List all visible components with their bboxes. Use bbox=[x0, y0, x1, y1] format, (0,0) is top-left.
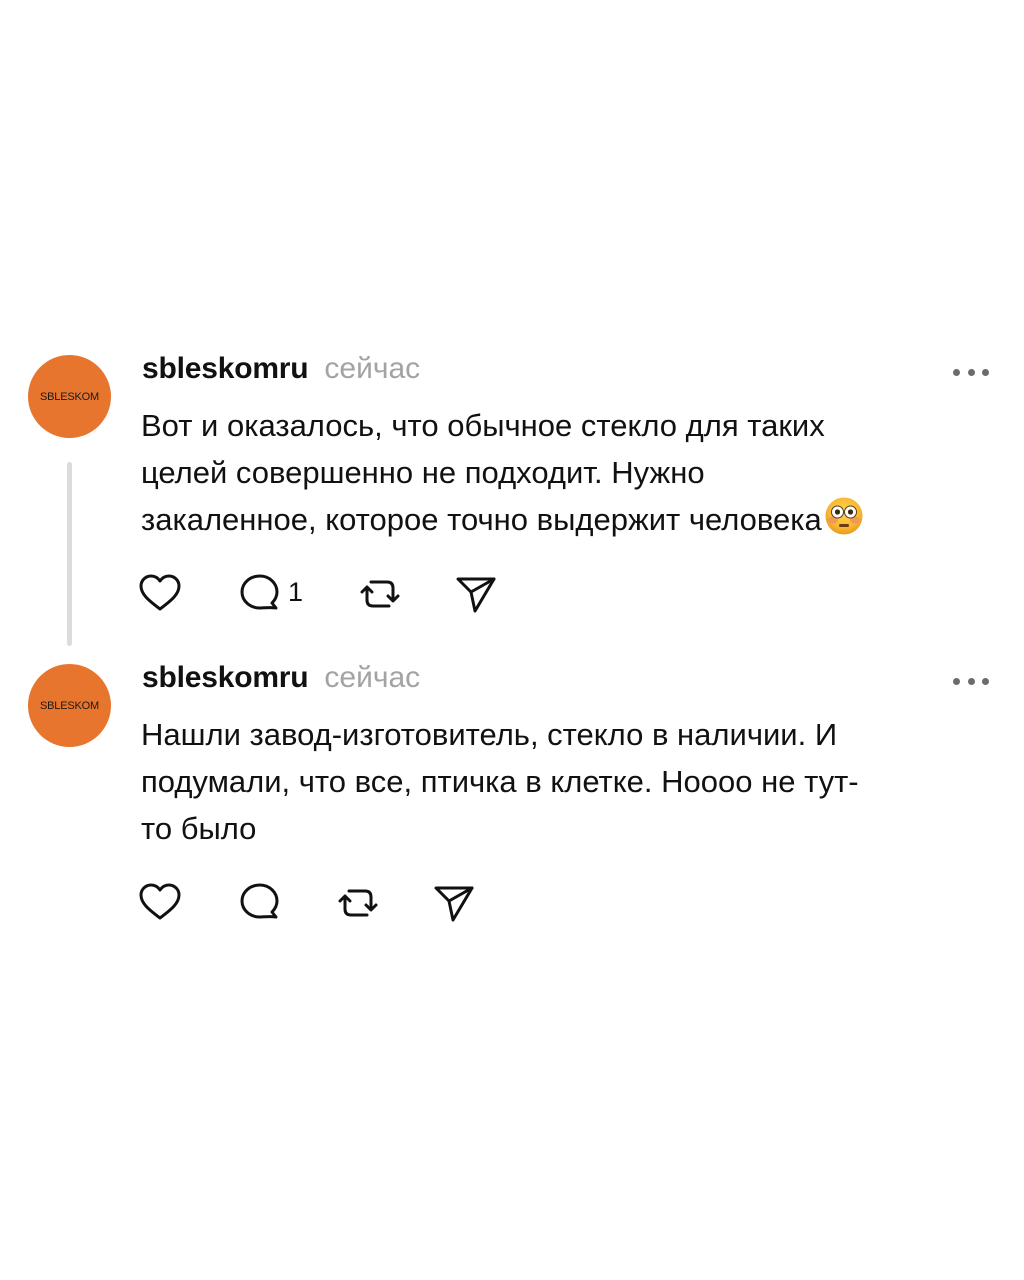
thread-line bbox=[67, 462, 72, 646]
timestamp: сейчас bbox=[324, 352, 421, 385]
post-text: Нашли завод-изготовитель, стекло в налич… bbox=[141, 711, 1001, 852]
share-button[interactable] bbox=[454, 572, 498, 616]
heart-icon bbox=[139, 883, 181, 920]
avatar-logo-text: SBLESKOM bbox=[40, 390, 99, 403]
comment-icon bbox=[240, 574, 279, 610]
avatar-logo-text: SBLESKOM bbox=[40, 699, 99, 712]
avatar[interactable]: SBLESKOM bbox=[28, 355, 111, 438]
more-options-button[interactable] bbox=[953, 364, 989, 380]
post-text-line: Нашли завод-изготовитель, стекло в налич… bbox=[141, 717, 838, 752]
comment-button[interactable] bbox=[238, 881, 282, 925]
comment-button[interactable] bbox=[238, 572, 282, 616]
more-options-button[interactable] bbox=[953, 673, 989, 689]
repost-icon bbox=[360, 580, 400, 608]
share-icon bbox=[434, 886, 474, 922]
repost-button[interactable] bbox=[336, 881, 380, 925]
post-text-line: подумали, что все, птичка в клетке. Нooo… bbox=[141, 764, 859, 799]
post-header: sbleskomru сейчас bbox=[142, 352, 420, 386]
post-header: sbleskomru сейчас bbox=[142, 661, 420, 695]
username[interactable]: sbleskomru bbox=[142, 352, 309, 386]
share-button[interactable] bbox=[432, 881, 476, 925]
comment-icon bbox=[240, 883, 279, 919]
share-icon bbox=[456, 577, 496, 613]
post-text-line: целей совершенно не подходит. Нужно bbox=[141, 455, 705, 490]
more-icon bbox=[953, 368, 960, 376]
post-text-line: закаленное, которое точно выдержит челов… bbox=[141, 496, 1001, 543]
avatar[interactable]: SBLESKOM bbox=[28, 664, 111, 747]
timestamp: сейчас bbox=[324, 661, 421, 694]
post-text-line: то было bbox=[141, 811, 257, 846]
more-icon bbox=[953, 677, 960, 685]
reply-count: 1 bbox=[288, 577, 304, 607]
like-button[interactable] bbox=[138, 881, 182, 925]
username[interactable]: sbleskomru bbox=[142, 661, 309, 695]
post-text-line: Вот и оказалось, что обычное стекло для … bbox=[141, 408, 825, 443]
like-button[interactable] bbox=[138, 572, 182, 616]
post-text: Вот и оказалось, что обычное стекло для … bbox=[141, 402, 1001, 543]
heart-icon bbox=[139, 574, 181, 611]
repost-icon bbox=[338, 889, 378, 917]
repost-button[interactable] bbox=[358, 572, 402, 616]
flushed-face-icon bbox=[825, 497, 863, 535]
